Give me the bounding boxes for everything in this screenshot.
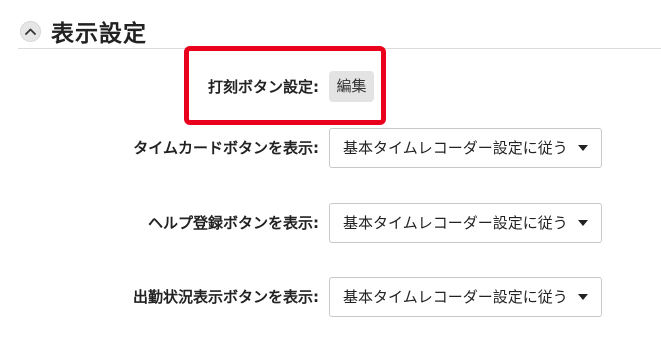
attendance-status-button-select[interactable]: 基本タイムレコーダー設定に従う xyxy=(329,277,602,317)
dropdown-arrow-icon xyxy=(578,294,588,300)
help-register-button-select[interactable]: 基本タイムレコーダー設定に従う xyxy=(329,203,602,243)
attendance-status-button-select-value: 基本タイムレコーダー設定に従う xyxy=(343,288,568,306)
dropdown-arrow-icon xyxy=(578,220,588,226)
dropdown-arrow-icon xyxy=(578,145,588,151)
help-register-button-label: ヘルプ登録ボタンを表示: xyxy=(148,214,319,232)
help-register-button-select-value: 基本タイムレコーダー設定に従う xyxy=(343,214,568,232)
stamp-button-settings-label: 打刻ボタン設定: xyxy=(208,78,319,96)
timecard-button-select-value: 基本タイムレコーダー設定に従う xyxy=(343,139,568,157)
section-header: 表示設定 xyxy=(20,14,147,48)
attendance-status-button-row: 出勤状況表示ボタンを表示: 基本タイムレコーダー設定に従う xyxy=(0,277,661,317)
section-divider xyxy=(18,48,661,49)
timecard-button-select[interactable]: 基本タイムレコーダー設定に従う xyxy=(329,128,602,168)
section-title: 表示設定 xyxy=(51,21,147,47)
help-register-button-row: ヘルプ登録ボタンを表示: 基本タイムレコーダー設定に従う xyxy=(0,203,661,243)
stamp-button-settings-row: 打刻ボタン設定: 編集 xyxy=(0,67,661,107)
attendance-status-button-label: 出勤状況表示ボタンを表示: xyxy=(133,288,319,306)
timecard-button-row: タイムカードボタンを表示: 基本タイムレコーダー設定に従う xyxy=(0,128,661,168)
chevron-up-icon[interactable] xyxy=(20,20,41,42)
edit-button[interactable]: 編集 xyxy=(329,71,374,102)
timecard-button-label: タイムカードボタンを表示: xyxy=(133,139,319,157)
display-settings-page: 表示設定 打刻ボタン設定: 編集 タイムカードボタンを表示: 基本タイムレコーダ… xyxy=(0,0,661,356)
